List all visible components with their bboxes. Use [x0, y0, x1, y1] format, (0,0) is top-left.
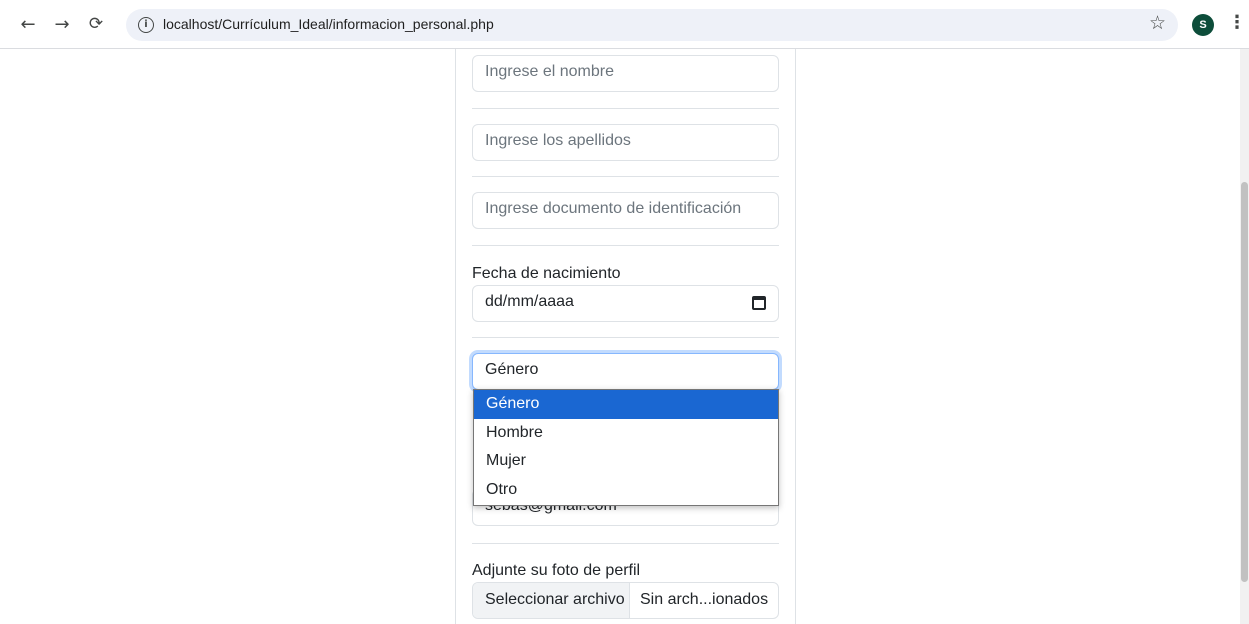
- divider: [472, 176, 779, 177]
- scrollbar[interactable]: [1240, 49, 1249, 624]
- page-viewport: Ingrese el nombre Ingrese los apellidos …: [0, 49, 1249, 624]
- divider: [472, 245, 779, 246]
- calendar-icon[interactable]: [752, 296, 766, 310]
- foto-label: Adjunte su foto de perfil: [472, 562, 641, 579]
- genero-select[interactable]: Género: [472, 353, 779, 390]
- divider: [472, 108, 779, 109]
- info-icon[interactable]: i: [138, 17, 154, 33]
- nombre-input[interactable]: Ingrese el nombre: [472, 55, 779, 92]
- fecha-value: dd/mm/aaaa: [485, 293, 574, 310]
- select-file-button[interactable]: Seleccionar archivo: [473, 583, 630, 618]
- more-menu-icon[interactable]: ⋮: [1228, 12, 1246, 33]
- genero-option[interactable]: Mujer: [474, 447, 778, 476]
- genero-option[interactable]: Género: [474, 390, 778, 419]
- documento-input[interactable]: Ingrese documento de identificación: [472, 192, 779, 229]
- genero-value: Género: [485, 361, 539, 378]
- fecha-label: Fecha de nacimiento: [472, 265, 621, 282]
- foto-file-input[interactable]: Seleccionar archivo Sin arch...ionados: [472, 582, 779, 619]
- divider: [472, 337, 779, 338]
- genero-option[interactable]: Hombre: [474, 419, 778, 448]
- personal-info-form: Ingrese el nombre Ingrese los apellidos …: [455, 49, 796, 624]
- file-status: Sin arch...ionados: [640, 591, 769, 608]
- profile-avatar[interactable]: S: [1192, 14, 1214, 36]
- genero-dropdown[interactable]: Género Hombre Mujer Otro: [473, 389, 779, 506]
- browser-toolbar: ← → ⟳ i localhost/Currículum_Ideal/infor…: [0, 0, 1249, 49]
- forward-arrow-icon[interactable]: →: [50, 12, 74, 36]
- url-text[interactable]: localhost/Currículum_Ideal/informacion_p…: [163, 16, 494, 32]
- address-bar[interactable]: i localhost/Currículum_Ideal/informacion…: [126, 9, 1178, 41]
- reload-icon[interactable]: ⟳: [84, 12, 108, 36]
- apellidos-placeholder: Ingrese los apellidos: [485, 132, 631, 149]
- divider: [472, 543, 779, 544]
- documento-placeholder: Ingrese documento de identificación: [485, 200, 742, 217]
- back-arrow-icon[interactable]: ←: [16, 12, 40, 36]
- fecha-nacimiento-input[interactable]: dd/mm/aaaa: [472, 285, 779, 322]
- nombre-placeholder: Ingrese el nombre: [485, 63, 614, 80]
- bookmark-star-icon[interactable]: ☆: [1149, 12, 1166, 34]
- genero-option[interactable]: Otro: [474, 476, 778, 505]
- scrollbar-thumb[interactable]: [1241, 182, 1248, 582]
- apellidos-input[interactable]: Ingrese los apellidos: [472, 124, 779, 161]
